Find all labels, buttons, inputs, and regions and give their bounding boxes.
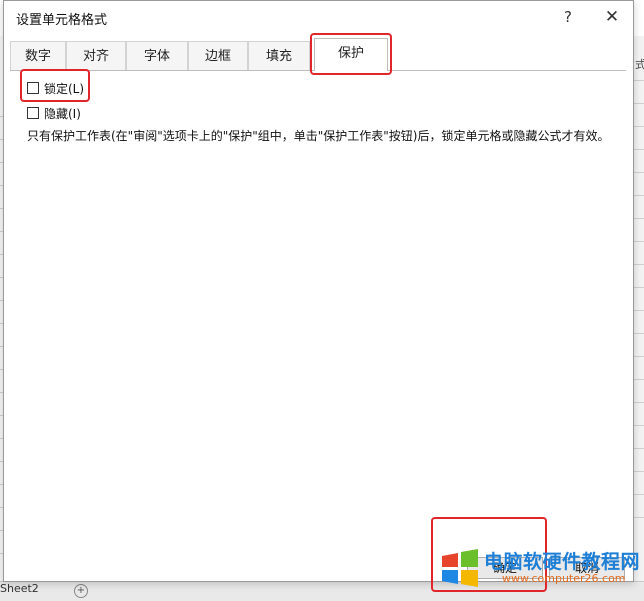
help-button[interactable]: ?	[554, 5, 582, 29]
format-cells-dialog: 设置单元格格式 ? ✕ 数字 对齐 字体 边框 填充 保护 锁定(L) 隐藏(I…	[3, 0, 634, 582]
site-watermark: 电脑软硬件教程网 www.computer26.com	[440, 546, 640, 590]
tab-border[interactable]: 边框	[188, 41, 248, 70]
tab-protection[interactable]: 保护	[314, 38, 388, 71]
windows-logo-icon	[442, 549, 478, 587]
sheet-background-right: 式	[633, 36, 644, 581]
watermark-url: www.computer26.com	[502, 572, 626, 585]
tab-alignment[interactable]: 对齐	[66, 41, 126, 70]
protection-note: 只有保护工作表(在"审阅"选项卡上的"保护"组中，单击"保护工作表"按钮)后，锁…	[27, 129, 610, 143]
tab-number[interactable]: 数字	[10, 41, 66, 70]
dialog-titlebar: 设置单元格格式 ? ✕	[4, 1, 633, 33]
tab-font[interactable]: 字体	[126, 41, 188, 70]
dialog-tabs: 数字 对齐 字体 边框 填充 保护	[10, 38, 626, 71]
sheet-tab[interactable]: Sheet2	[0, 582, 39, 595]
background-letter-right: 式	[635, 58, 644, 71]
hidden-label: 隐藏(I)	[44, 106, 81, 121]
hidden-option[interactable]: 隐藏(I)	[27, 104, 81, 122]
locked-option[interactable]: 锁定(L)	[27, 79, 84, 97]
protection-panel: 锁定(L) 隐藏(I) 只有保护工作表(在"审阅"选项卡上的"保护"组中，单击"…	[10, 71, 626, 526]
hidden-checkbox[interactable]	[27, 107, 39, 119]
locked-label: 锁定(L)	[44, 81, 85, 96]
dialog-title: 设置单元格格式	[16, 13, 108, 28]
close-button[interactable]: ✕	[598, 5, 626, 29]
watermark-name: 电脑软硬件教程网	[484, 551, 641, 573]
locked-checkbox[interactable]	[27, 82, 39, 94]
add-sheet-icon[interactable]: +	[74, 584, 88, 598]
tab-fill[interactable]: 填充	[248, 41, 310, 70]
